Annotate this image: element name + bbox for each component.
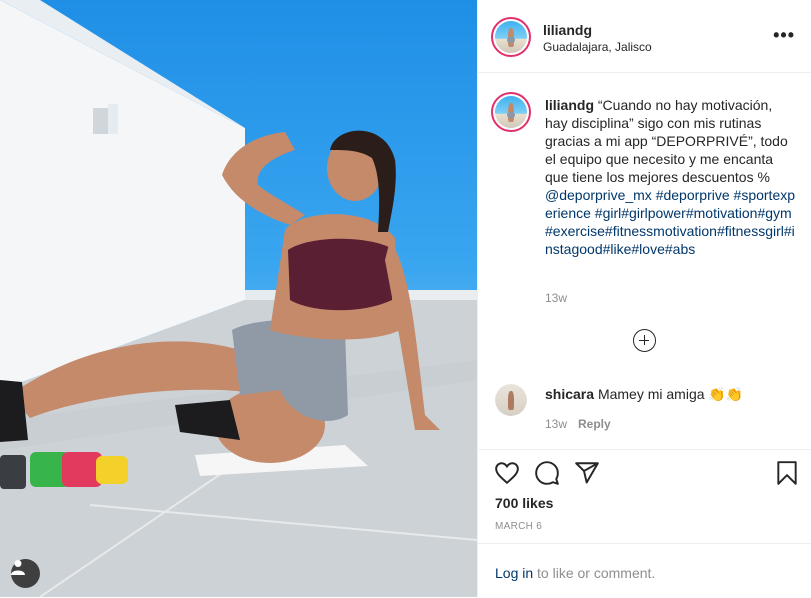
commenter-username[interactable]: shicara (545, 386, 594, 402)
caption-timestamp[interactable]: 13w (545, 291, 567, 305)
comment-icon[interactable] (534, 460, 560, 486)
likes-count[interactable]: 700 likes (495, 495, 553, 511)
post-caption: liliandg “Cuando no hay motivación, hay … (545, 96, 797, 258)
load-more-comments-button[interactable] (633, 329, 656, 352)
post-photo[interactable] (0, 0, 477, 597)
login-link[interactable]: Log in (495, 565, 533, 581)
user-tag-icon (11, 560, 25, 575)
post-photo-illustration (0, 0, 477, 597)
bookmark-icon[interactable] (774, 460, 800, 486)
user-tag-button[interactable] (11, 559, 40, 588)
login-prompt-text: to like or comment. (533, 565, 656, 581)
heart-icon[interactable] (494, 460, 520, 486)
caption-mention-link[interactable]: @deporprive_mx (545, 187, 652, 203)
login-prompt: Log in to like or comment. (495, 565, 655, 581)
post-date[interactable]: MARCH 6 (495, 521, 542, 532)
commenter-avatar[interactable] (495, 384, 527, 416)
author-avatar[interactable] (491, 17, 531, 57)
comment: shicara Mamey mi amiga 👏👏 (545, 385, 795, 403)
share-icon[interactable] (574, 460, 600, 486)
caption-author-username[interactable]: liliandg (545, 97, 594, 113)
more-options-button[interactable]: ••• (773, 26, 795, 44)
more-options-icon: ••• (773, 25, 795, 45)
reply-button[interactable]: Reply (578, 417, 611, 431)
author-username[interactable]: liliandg (543, 22, 592, 38)
comment-text: Mamey mi amiga 👏👏 (597, 386, 744, 402)
caption-author-avatar[interactable] (491, 92, 531, 132)
comment-timestamp[interactable]: 13w (545, 417, 567, 431)
post-location[interactable]: Guadalajara, Jalisco (543, 40, 652, 54)
post-details-panel: liliandg Guadalajara, Jalisco ••• lilian… (477, 0, 811, 597)
